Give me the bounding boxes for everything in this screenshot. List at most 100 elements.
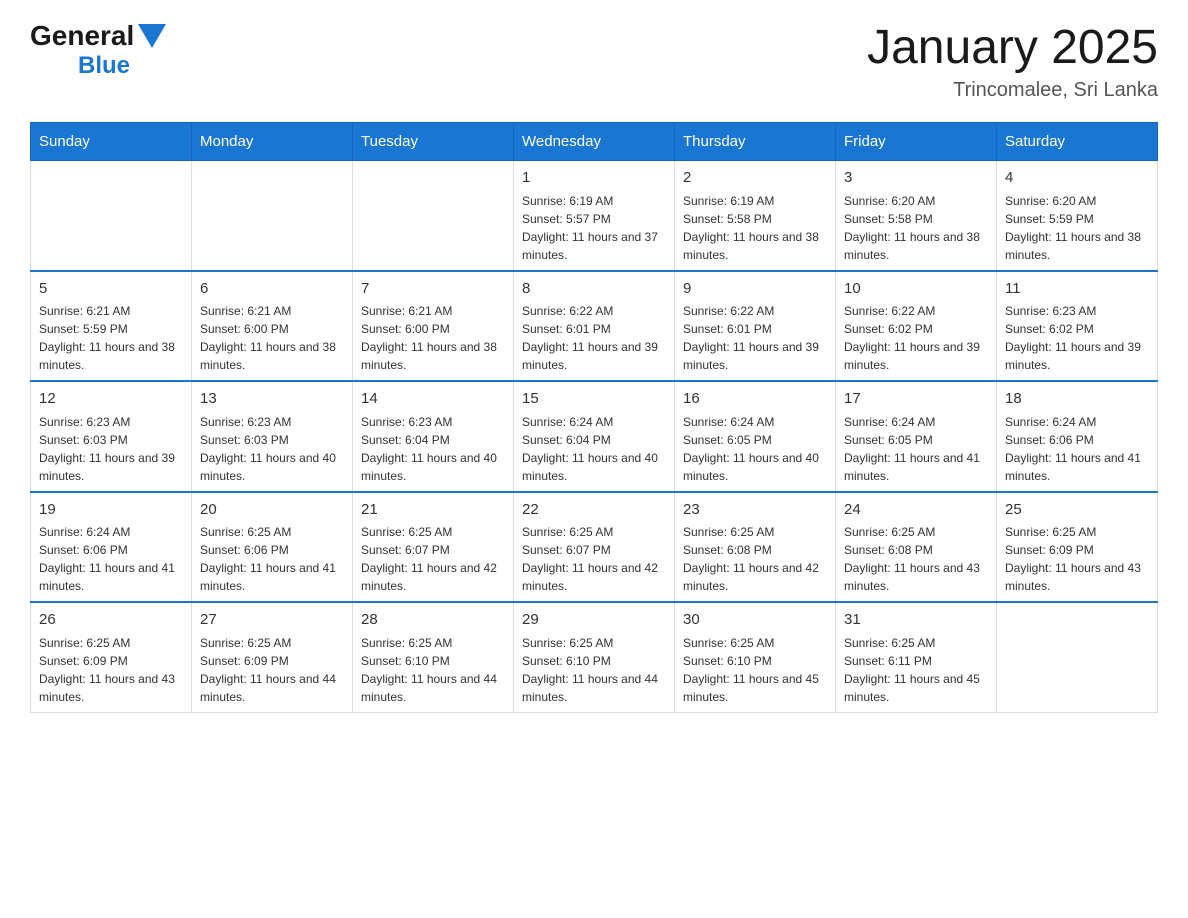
day-number: 15 [522, 388, 666, 411]
calendar-header-row: SundayMondayTuesdayWednesdayThursdayFrid… [31, 123, 1158, 161]
logo: General Blue [30, 20, 170, 80]
calendar-day-5: 5Sunrise: 6:21 AMSunset: 5:59 PMDaylight… [31, 271, 192, 382]
day-number: 25 [1005, 499, 1149, 522]
calendar-day-21: 21Sunrise: 6:25 AMSunset: 6:07 PMDayligh… [353, 492, 514, 603]
calendar-day-27: 27Sunrise: 6:25 AMSunset: 6:09 PMDayligh… [192, 602, 353, 712]
calendar-week-row: 12Sunrise: 6:23 AMSunset: 6:03 PMDayligh… [31, 381, 1158, 492]
day-info: Sunrise: 6:19 AMSunset: 5:58 PMDaylight:… [683, 192, 827, 264]
calendar-day-24: 24Sunrise: 6:25 AMSunset: 6:08 PMDayligh… [836, 492, 997, 603]
day-info: Sunrise: 6:22 AMSunset: 6:01 PMDaylight:… [522, 302, 666, 374]
calendar-day-10: 10Sunrise: 6:22 AMSunset: 6:02 PMDayligh… [836, 271, 997, 382]
day-number: 30 [683, 609, 827, 632]
day-number: 8 [522, 278, 666, 301]
calendar-week-row: 26Sunrise: 6:25 AMSunset: 6:09 PMDayligh… [31, 602, 1158, 712]
calendar-empty-cell [997, 602, 1158, 712]
day-info: Sunrise: 6:19 AMSunset: 5:57 PMDaylight:… [522, 192, 666, 264]
logo-blue-text: Blue [78, 52, 130, 80]
day-info: Sunrise: 6:22 AMSunset: 6:02 PMDaylight:… [844, 302, 988, 374]
day-number: 31 [844, 609, 988, 632]
day-info: Sunrise: 6:25 AMSunset: 6:09 PMDaylight:… [200, 634, 344, 706]
day-number: 23 [683, 499, 827, 522]
calendar-day-28: 28Sunrise: 6:25 AMSunset: 6:10 PMDayligh… [353, 602, 514, 712]
day-number: 1 [522, 167, 666, 190]
calendar-day-14: 14Sunrise: 6:23 AMSunset: 6:04 PMDayligh… [353, 381, 514, 492]
day-info: Sunrise: 6:23 AMSunset: 6:04 PMDaylight:… [361, 413, 505, 485]
day-number: 7 [361, 278, 505, 301]
location-text: Trincomalee, Sri Lanka [867, 79, 1158, 102]
day-info: Sunrise: 6:25 AMSunset: 6:06 PMDaylight:… [200, 523, 344, 595]
day-number: 21 [361, 499, 505, 522]
day-number: 26 [39, 609, 183, 632]
day-info: Sunrise: 6:25 AMSunset: 6:08 PMDaylight:… [844, 523, 988, 595]
calendar-day-19: 19Sunrise: 6:24 AMSunset: 6:06 PMDayligh… [31, 492, 192, 603]
calendar-day-11: 11Sunrise: 6:23 AMSunset: 6:02 PMDayligh… [997, 271, 1158, 382]
day-info: Sunrise: 6:25 AMSunset: 6:09 PMDaylight:… [1005, 523, 1149, 595]
day-number: 19 [39, 499, 183, 522]
day-number: 14 [361, 388, 505, 411]
calendar-header-friday: Friday [836, 123, 997, 161]
day-info: Sunrise: 6:21 AMSunset: 5:59 PMDaylight:… [39, 302, 183, 374]
calendar-header-sunday: Sunday [31, 123, 192, 161]
day-number: 16 [683, 388, 827, 411]
day-number: 3 [844, 167, 988, 190]
day-info: Sunrise: 6:21 AMSunset: 6:00 PMDaylight:… [200, 302, 344, 374]
day-info: Sunrise: 6:25 AMSunset: 6:11 PMDaylight:… [844, 634, 988, 706]
calendar-day-1: 1Sunrise: 6:19 AMSunset: 5:57 PMDaylight… [514, 161, 675, 271]
day-info: Sunrise: 6:25 AMSunset: 6:09 PMDaylight:… [39, 634, 183, 706]
day-info: Sunrise: 6:24 AMSunset: 6:05 PMDaylight:… [844, 413, 988, 485]
calendar-day-4: 4Sunrise: 6:20 AMSunset: 5:59 PMDaylight… [997, 161, 1158, 271]
calendar-day-30: 30Sunrise: 6:25 AMSunset: 6:10 PMDayligh… [675, 602, 836, 712]
calendar-day-9: 9Sunrise: 6:22 AMSunset: 6:01 PMDaylight… [675, 271, 836, 382]
day-number: 13 [200, 388, 344, 411]
day-number: 22 [522, 499, 666, 522]
day-info: Sunrise: 6:24 AMSunset: 6:06 PMDaylight:… [39, 523, 183, 595]
calendar-day-29: 29Sunrise: 6:25 AMSunset: 6:10 PMDayligh… [514, 602, 675, 712]
day-number: 27 [200, 609, 344, 632]
day-info: Sunrise: 6:23 AMSunset: 6:02 PMDaylight:… [1005, 302, 1149, 374]
logo-general-text: General [30, 20, 134, 52]
calendar-day-8: 8Sunrise: 6:22 AMSunset: 6:01 PMDaylight… [514, 271, 675, 382]
month-title: January 2025 [867, 20, 1158, 75]
day-number: 12 [39, 388, 183, 411]
day-number: 5 [39, 278, 183, 301]
day-info: Sunrise: 6:25 AMSunset: 6:07 PMDaylight:… [361, 523, 505, 595]
calendar-day-2: 2Sunrise: 6:19 AMSunset: 5:58 PMDaylight… [675, 161, 836, 271]
calendar-day-23: 23Sunrise: 6:25 AMSunset: 6:08 PMDayligh… [675, 492, 836, 603]
day-number: 18 [1005, 388, 1149, 411]
day-info: Sunrise: 6:24 AMSunset: 6:04 PMDaylight:… [522, 413, 666, 485]
day-number: 28 [361, 609, 505, 632]
day-info: Sunrise: 6:23 AMSunset: 6:03 PMDaylight:… [200, 413, 344, 485]
calendar-day-3: 3Sunrise: 6:20 AMSunset: 5:58 PMDaylight… [836, 161, 997, 271]
calendar-week-row: 5Sunrise: 6:21 AMSunset: 5:59 PMDaylight… [31, 271, 1158, 382]
day-number: 6 [200, 278, 344, 301]
page-header: General Blue January 2025 Trincomalee, S… [30, 20, 1158, 102]
calendar-day-20: 20Sunrise: 6:25 AMSunset: 6:06 PMDayligh… [192, 492, 353, 603]
calendar-day-26: 26Sunrise: 6:25 AMSunset: 6:09 PMDayligh… [31, 602, 192, 712]
calendar-empty-cell [353, 161, 514, 271]
day-number: 29 [522, 609, 666, 632]
calendar-day-22: 22Sunrise: 6:25 AMSunset: 6:07 PMDayligh… [514, 492, 675, 603]
calendar-day-31: 31Sunrise: 6:25 AMSunset: 6:11 PMDayligh… [836, 602, 997, 712]
day-number: 10 [844, 278, 988, 301]
calendar-header-tuesday: Tuesday [353, 123, 514, 161]
calendar-empty-cell [31, 161, 192, 271]
day-info: Sunrise: 6:25 AMSunset: 6:08 PMDaylight:… [683, 523, 827, 595]
logo-icon [138, 24, 166, 48]
calendar-day-16: 16Sunrise: 6:24 AMSunset: 6:05 PMDayligh… [675, 381, 836, 492]
day-info: Sunrise: 6:20 AMSunset: 5:58 PMDaylight:… [844, 192, 988, 264]
calendar-header-monday: Monday [192, 123, 353, 161]
day-info: Sunrise: 6:23 AMSunset: 6:03 PMDaylight:… [39, 413, 183, 485]
calendar-day-13: 13Sunrise: 6:23 AMSunset: 6:03 PMDayligh… [192, 381, 353, 492]
calendar-empty-cell [192, 161, 353, 271]
day-number: 17 [844, 388, 988, 411]
calendar-day-15: 15Sunrise: 6:24 AMSunset: 6:04 PMDayligh… [514, 381, 675, 492]
calendar-day-6: 6Sunrise: 6:21 AMSunset: 6:00 PMDaylight… [192, 271, 353, 382]
calendar-day-17: 17Sunrise: 6:24 AMSunset: 6:05 PMDayligh… [836, 381, 997, 492]
calendar-day-7: 7Sunrise: 6:21 AMSunset: 6:00 PMDaylight… [353, 271, 514, 382]
day-info: Sunrise: 6:24 AMSunset: 6:06 PMDaylight:… [1005, 413, 1149, 485]
calendar-week-row: 1Sunrise: 6:19 AMSunset: 5:57 PMDaylight… [31, 161, 1158, 271]
day-info: Sunrise: 6:22 AMSunset: 6:01 PMDaylight:… [683, 302, 827, 374]
calendar-header-saturday: Saturday [997, 123, 1158, 161]
day-number: 11 [1005, 278, 1149, 301]
calendar-day-18: 18Sunrise: 6:24 AMSunset: 6:06 PMDayligh… [997, 381, 1158, 492]
